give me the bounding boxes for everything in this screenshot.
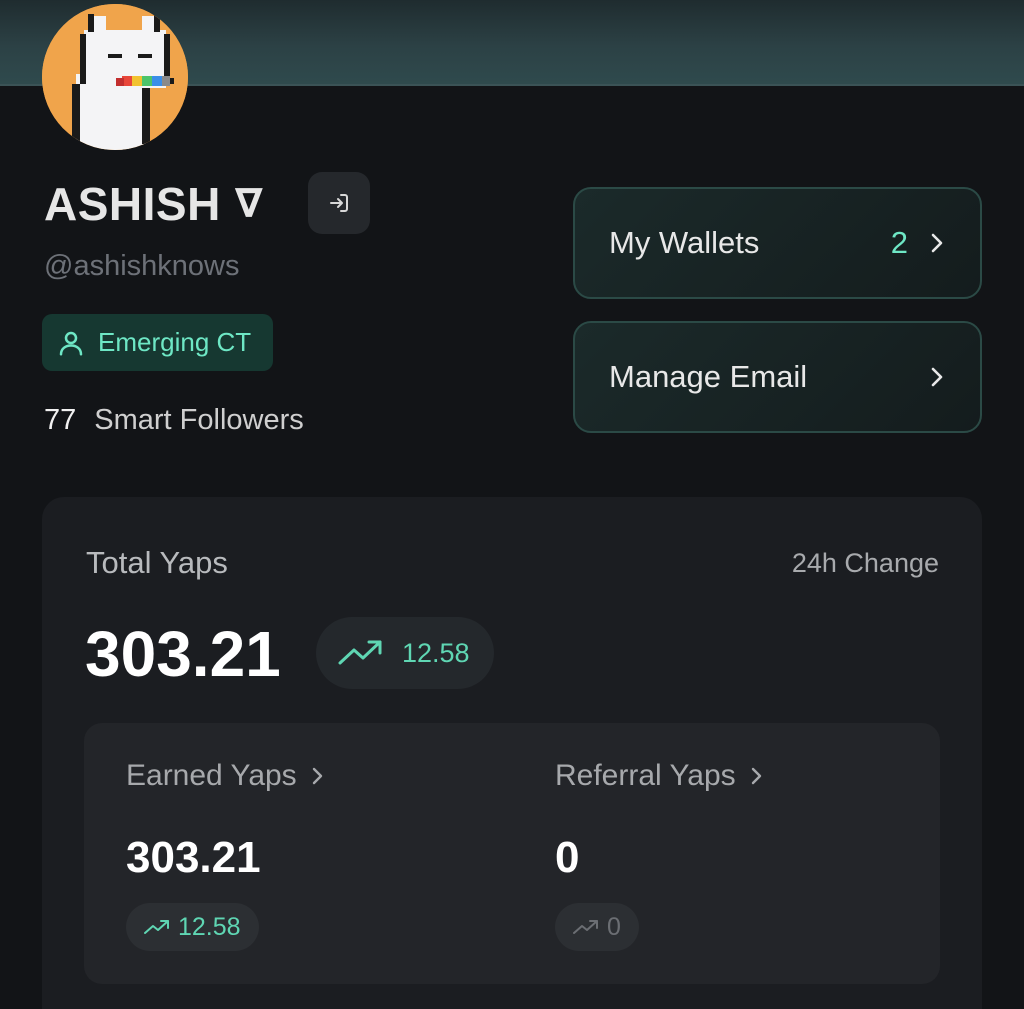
chevron-right-icon xyxy=(928,365,946,389)
profile-page: ASHISH ∇ @ashishknows Emerging CT 77 Sma… xyxy=(0,0,1024,1009)
smart-followers[interactable]: 77 Smart Followers xyxy=(44,404,304,437)
earned-yaps-label: Earned Yaps xyxy=(126,759,297,792)
earned-change-pill: 12.58 xyxy=(126,903,259,951)
logout-icon xyxy=(330,194,348,212)
total-change-value: 12.58 xyxy=(402,637,470,668)
wallets-label: My Wallets xyxy=(609,225,760,260)
profile-name: ASHISH ∇ xyxy=(44,176,263,232)
tier-label: Emerging CT xyxy=(98,327,252,357)
referral-change-pill: 0 xyxy=(555,903,639,951)
chevron-right-icon xyxy=(751,767,761,785)
manage-email-button[interactable]: Manage Email xyxy=(573,321,982,433)
my-wallets-button[interactable]: My Wallets 2 xyxy=(573,187,982,299)
referral-change-value: 0 xyxy=(607,912,621,941)
earned-yaps-title[interactable]: Earned Yaps xyxy=(126,759,325,793)
referral-yaps-label: Referral Yaps xyxy=(555,759,736,792)
tier-badge: Emerging CT xyxy=(42,314,273,371)
profile-name-text: ASHISH xyxy=(44,178,221,230)
total-yaps-label: Total Yaps xyxy=(86,545,228,580)
logout-button[interactable] xyxy=(308,172,370,234)
yaps-card: Total Yaps 24h Change 303.21 12.58 Earne… xyxy=(42,497,982,1009)
wallets-count: 2 xyxy=(890,225,908,260)
referral-yaps-title[interactable]: Referral Yaps xyxy=(555,759,764,793)
yaps-breakdown: Earned Yaps 303.21 12.58 Referral Yaps 0… xyxy=(84,723,940,984)
avatar-image xyxy=(42,4,188,150)
chevron-right-icon xyxy=(312,767,322,785)
trending-up-icon xyxy=(144,920,169,934)
followers-count: 77 xyxy=(44,404,77,436)
earned-yaps-value: 303.21 xyxy=(126,833,261,882)
email-label: Manage Email xyxy=(609,359,808,394)
avatar[interactable] xyxy=(42,4,188,150)
profile-handle: @ashishknows xyxy=(44,250,240,282)
total-change-pill: 12.58 xyxy=(316,617,494,689)
referral-yaps-value: 0 xyxy=(555,833,580,882)
change-label: 24h Change xyxy=(791,548,939,578)
trending-up-icon xyxy=(338,639,384,667)
user-icon xyxy=(56,328,86,358)
trending-up-icon xyxy=(573,920,598,934)
total-yaps-value: 303.21 xyxy=(85,618,281,690)
followers-label: Smart Followers xyxy=(94,404,304,436)
name-badge: ∇ xyxy=(234,182,264,226)
earned-change-value: 12.58 xyxy=(178,912,241,941)
chevron-right-icon xyxy=(928,231,946,255)
